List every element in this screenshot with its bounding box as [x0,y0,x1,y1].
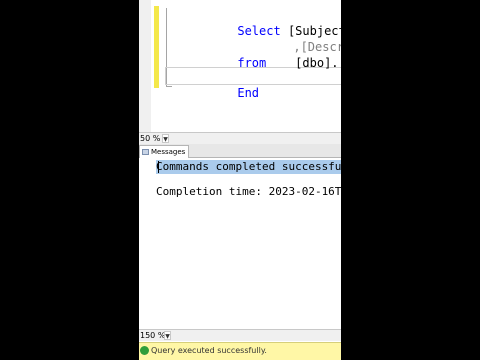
message-completion-time[interactable]: Completion time: 2023-02-16T04: [156,185,341,199]
code-line-end[interactable]: End [194,69,259,117]
code-text-table: [dbo].[Subject] [295,56,341,70]
query-editor[interactable]: Select [SubjectId] ,[Description] from [… [139,0,341,132]
tab-messages[interactable]: Messages [139,145,190,158]
success-check-icon [140,346,149,355]
status-text: Query executed successfully. [151,346,267,355]
editor-zoom-value[interactable]: 50 % [139,133,160,144]
tab-messages-label: Messages [151,148,186,156]
editor-zoom-dropdown-icon[interactable]: ▼ [162,134,169,143]
keyword-end: End [237,86,260,100]
status-bar: Query executed successfully. [139,342,341,360]
message-commands-completed[interactable]: Commands completed successfully. [156,160,341,174]
keyword-from: from [237,56,267,70]
results-zoom-dropdown-icon[interactable]: ▼ [164,331,171,340]
text-caret [158,161,159,173]
outline-end-tick [166,86,172,87]
results-tab-strip: Messages [139,144,341,158]
ssms-window: Select [SubjectId] ,[Description] from [… [139,0,341,360]
results-zoom-value[interactable]: 150 % [139,330,165,341]
messages-icon [142,149,149,155]
results-zoom-bar: 150 % ▼ [139,329,341,341]
editor-margin [139,0,151,132]
change-tracking-bar [154,6,159,88]
messages-pane[interactable]: Commands completed successfully. Complet… [139,158,341,328]
editor-zoom-bar: 50 % ▼ [139,132,341,144]
